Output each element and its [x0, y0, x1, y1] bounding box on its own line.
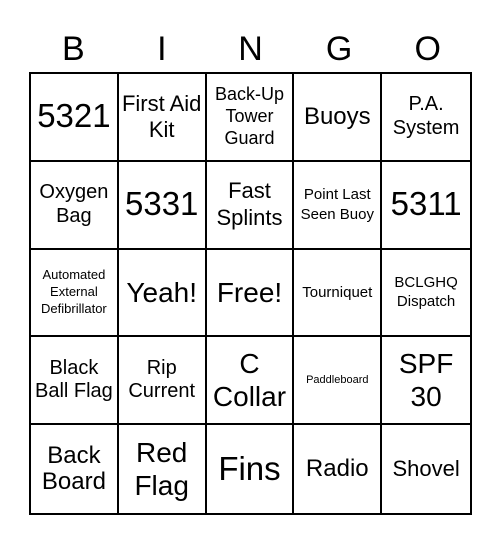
bingo-cell-label: Automated External Defibrillator: [41, 267, 107, 316]
bingo-cell-label: Black Ball Flag: [34, 356, 113, 403]
bingo-cell-label: Radio: [305, 454, 369, 482]
bingo-cell[interactable]: Radio: [294, 425, 383, 513]
bingo-cell-label: Oxygen Bag: [39, 181, 109, 227]
bingo-cell[interactable]: Fast Splints: [206, 161, 295, 250]
bingo-cell[interactable]: 5311: [382, 162, 470, 250]
header-letter-i: I: [157, 30, 167, 68]
bingo-cell-label: Buoys: [303, 102, 371, 130]
bingo-cell[interactable]: SPF 30: [382, 337, 470, 426]
bingo-header: B I N G O: [29, 28, 472, 70]
bingo-cell[interactable]: C Collar: [206, 337, 295, 426]
bingo-cell[interactable]: Point Last Seen Buoy: [294, 161, 383, 250]
bingo-cell-label: BCLGHQ Dispatch: [394, 273, 458, 311]
bingo-cell[interactable]: Back Board: [31, 425, 119, 513]
bingo-cell-label: Red Flag: [134, 437, 189, 502]
bingo-cell-label: P.A. System: [392, 93, 460, 139]
bingo-cell-label: 5321: [37, 97, 111, 135]
bingo-cell-label: Point Last Seen Buoy: [300, 186, 374, 223]
bingo-cell[interactable]: Tourniquet: [294, 249, 383, 338]
bingo-cell-label: 5331: [124, 185, 199, 223]
bingo-cell-label: Back-Up Tower Guard: [214, 83, 284, 148]
bingo-cell-label: Free!: [216, 276, 283, 308]
bingo-cell-label: Fast Splints: [216, 178, 283, 230]
bingo-cell[interactable]: Yeah!: [118, 249, 207, 338]
bingo-cell-label: Fins: [218, 449, 281, 487]
bingo-cell-free[interactable]: Free!: [206, 249, 295, 338]
bingo-cell-label: C Collar: [212, 348, 287, 413]
bingo-cell[interactable]: 5331: [118, 161, 207, 250]
bingo-cell[interactable]: BCLGHQ Dispatch: [382, 250, 470, 338]
header-letter-n: N: [238, 30, 263, 68]
bingo-cell-label: SPF 30: [398, 348, 454, 413]
bingo-cell[interactable]: Automated External Defibrillator: [31, 249, 119, 338]
bingo-grid: 5321 First Aid Kit Back-Up Tower Guard Buoy…: [29, 72, 472, 515]
bingo-cell[interactable]: Buoys: [294, 74, 383, 162]
bingo-cell[interactable]: Paddleboard: [294, 337, 383, 426]
bingo-cell-label: Shovel: [392, 455, 460, 481]
bingo-cell[interactable]: Shovel: [382, 425, 470, 513]
bingo-cell[interactable]: First Aid Kit: [118, 74, 207, 162]
bingo-cell-label: Yeah!: [126, 276, 197, 308]
bingo-cell[interactable]: Fins: [207, 425, 295, 513]
bingo-cell-label: Rip Current: [128, 356, 196, 403]
bingo-cell-label: 5311: [390, 185, 462, 223]
bingo-cell[interactable]: P.A. System: [382, 74, 470, 162]
bingo-cell[interactable]: Rip Current: [118, 337, 207, 426]
header-letter-o: O: [414, 30, 441, 68]
header-letter-g: G: [325, 30, 353, 68]
bingo-cell-label: Tourniquet: [302, 283, 373, 301]
header-letter-b: B: [61, 30, 85, 68]
bingo-cell[interactable]: Red Flag: [119, 425, 207, 513]
bingo-cell-label: First Aid Kit: [121, 90, 202, 142]
bingo-cell[interactable]: Black Ball Flag: [31, 337, 119, 426]
bingo-cell[interactable]: 5321: [31, 74, 119, 162]
bingo-cell-label: Back Board: [41, 441, 106, 496]
bingo-cell-label: Paddleboard: [306, 374, 369, 387]
bingo-cell[interactable]: Back-Up Tower Guard: [206, 74, 295, 162]
bingo-cell[interactable]: Oxygen Bag: [31, 161, 119, 250]
